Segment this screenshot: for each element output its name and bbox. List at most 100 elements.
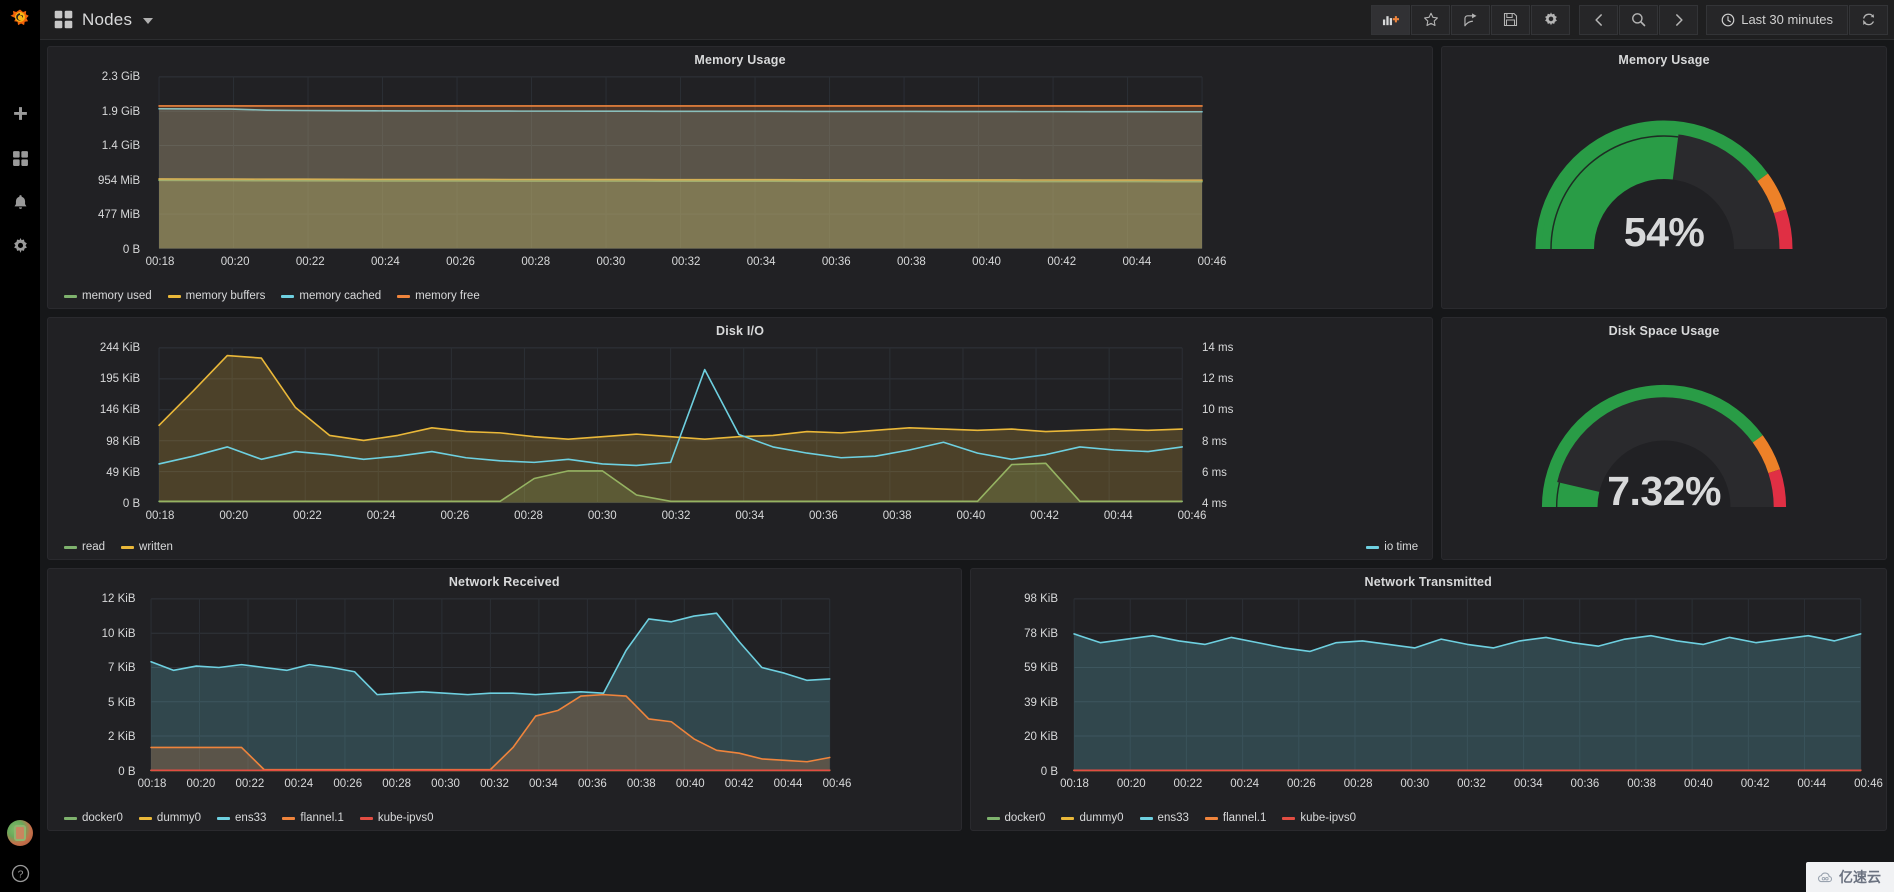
zoom-out-time-button[interactable] bbox=[1619, 4, 1659, 35]
panel-network-transmitted[interactable]: Network Transmitted 98 KiB 78 KiB 59 KiB 39… bbox=[969, 568, 1887, 831]
page-title: Nodes bbox=[82, 9, 133, 29]
avatar[interactable] bbox=[7, 820, 33, 846]
legend-label: memory cached bbox=[299, 290, 382, 302]
panel-title: Network Received bbox=[448, 575, 560, 589]
x-axis-tick-label: 00:32 bbox=[671, 256, 701, 268]
legend-item[interactable]: docker0 bbox=[64, 812, 123, 824]
y-axis-tick-label: 0 B bbox=[122, 244, 141, 256]
save-icon bbox=[1504, 12, 1518, 27]
cloud-icon bbox=[1817, 872, 1833, 882]
x-axis-tick-label: 00:22 bbox=[295, 256, 325, 268]
legend-item[interactable]: memory used bbox=[64, 290, 152, 302]
panel-disk-space-gauge[interactable]: Disk Space Usage 7.32% bbox=[1441, 317, 1887, 560]
legend-item[interactable]: read bbox=[64, 541, 105, 553]
legend-item[interactable]: ens33 bbox=[217, 812, 266, 824]
share-icon bbox=[1464, 12, 1477, 26]
share-dashboard-button[interactable] bbox=[1451, 4, 1491, 35]
save-dashboard-button[interactable] bbox=[1491, 4, 1531, 35]
x-axis-tick-label: 00:20 bbox=[1116, 778, 1146, 790]
refresh-button[interactable] bbox=[1849, 4, 1888, 35]
x-axis-tick-label: 00:34 bbox=[529, 778, 558, 790]
panel-body[interactable]: 244 KiB 195 KiB 146 KiB 98 KiB 49 KiB 0 B 14 m… bbox=[48, 340, 1432, 537]
sidebar-item-configuration[interactable] bbox=[0, 224, 40, 268]
x-axis-tick-label: 00:36 bbox=[809, 510, 838, 522]
legend-item[interactable]: ens33 bbox=[1139, 812, 1189, 824]
legend-item[interactable]: memory free bbox=[397, 290, 480, 302]
legend-item[interactable]: memory cached bbox=[281, 290, 381, 302]
legend-item[interactable]: flannel.1 bbox=[1204, 812, 1266, 824]
add-panel-button[interactable] bbox=[1371, 4, 1411, 35]
legend-label: written bbox=[139, 541, 173, 553]
x-axis-tick-label: 00:40 bbox=[1683, 778, 1713, 790]
legend-swatch bbox=[167, 294, 181, 298]
x-axis-tick-label: 00:28 bbox=[521, 256, 551, 268]
legend-item[interactable]: written bbox=[121, 541, 173, 553]
y-axis-tick-label: 98 KiB bbox=[1024, 593, 1058, 605]
legend-item[interactable]: kube-ipvs0 bbox=[359, 812, 433, 824]
x-axis-tick-label: 00:36 bbox=[577, 778, 607, 790]
x-axis-tick-label: 00:26 bbox=[1286, 778, 1316, 790]
sidebar-bottom: ? bbox=[0, 820, 40, 892]
panel-legend-right: io time bbox=[1350, 537, 1432, 559]
sidebar-item-create[interactable] bbox=[0, 92, 40, 136]
panel-title: Network Transmitted bbox=[1364, 575, 1492, 589]
time-range-picker[interactable]: Last 30 minutes bbox=[1706, 4, 1848, 35]
dashboard-settings-button[interactable] bbox=[1531, 4, 1571, 35]
y2-axis-tick-label: 10 ms bbox=[1202, 404, 1234, 417]
x-axis-tick-label: 00:24 bbox=[1230, 778, 1260, 790]
gauge-value: 7.32% bbox=[1607, 468, 1721, 514]
y-axis-tick-label: 0 B bbox=[122, 498, 141, 510]
legend-item[interactable]: dummy0 bbox=[138, 812, 201, 824]
chevron-left-icon bbox=[1595, 13, 1602, 26]
legend-item[interactable]: kube-ipvs0 bbox=[1282, 812, 1356, 824]
panel-body[interactable]: 7.32% bbox=[1442, 340, 1886, 559]
panel-memory-usage-graph[interactable]: Memory Usage 2.3 GiB 1.9 GiB 1.4 GiB 954 Mi… bbox=[47, 46, 1434, 309]
time-range-forward-button[interactable] bbox=[1659, 4, 1699, 35]
breadcrumb[interactable]: Nodes bbox=[54, 9, 154, 30]
legend-item[interactable]: io time bbox=[1366, 541, 1418, 553]
legend-swatch bbox=[1204, 816, 1218, 820]
x-axis-tick-label: 00:42 bbox=[1740, 778, 1770, 790]
panel-body[interactable]: 2.3 GiB 1.9 GiB 1.4 GiB 954 MiB 477 MiB 0 B 00… bbox=[48, 69, 1432, 286]
legend-label: docker0 bbox=[1004, 812, 1046, 824]
bell-icon bbox=[14, 194, 26, 209]
main-area: Nodes Last 30 minutes Memory Usage 2.3 G… bbox=[40, 0, 1894, 892]
memory-usage-gauge-chart bbox=[1535, 120, 1793, 250]
legend-swatch bbox=[986, 816, 1000, 820]
grafana-logo-icon[interactable] bbox=[0, 0, 40, 40]
time-range-back-button[interactable] bbox=[1579, 4, 1619, 35]
network-transmitted-chart bbox=[971, 591, 1886, 794]
legend-label: memory buffers bbox=[185, 290, 266, 302]
sidebar-item-dashboards[interactable] bbox=[0, 136, 40, 180]
chevron-down-icon[interactable] bbox=[143, 18, 154, 24]
legend-item[interactable]: flannel.1 bbox=[282, 812, 344, 824]
x-axis-tick-label: 00:44 bbox=[1122, 256, 1152, 268]
sidebar-item-alerting[interactable] bbox=[0, 180, 40, 224]
y2-axis-tick-label: 8 ms bbox=[1202, 435, 1227, 448]
legend-swatch bbox=[282, 816, 296, 820]
panel-memory-usage-gauge[interactable]: Memory Usage 54% bbox=[1441, 46, 1887, 309]
legend-item[interactable]: dummy0 bbox=[1061, 812, 1124, 824]
x-axis-tick-label: 00:20 bbox=[220, 256, 250, 268]
x-axis-tick-label: 00:38 bbox=[897, 256, 926, 268]
legend-item[interactable]: memory buffers bbox=[167, 290, 266, 302]
panel-body[interactable]: 12 KiB 10 KiB 7 KiB 5 KiB 2 KiB 0 B 00:18 00:20… bbox=[48, 591, 961, 808]
y-axis-tick-label: 0 B bbox=[118, 766, 136, 778]
sidebar-item-help[interactable]: ? bbox=[0, 860, 40, 886]
legend-swatch bbox=[138, 816, 152, 820]
x-axis-tick-label: 00:22 bbox=[235, 778, 265, 790]
x-axis-tick-label: 00:36 bbox=[1570, 778, 1600, 790]
x-axis-tick-label: 00:46 bbox=[1177, 510, 1207, 522]
panel-legend: docker0 dummy0 ens33 flannel.1 kube-ipvs0 bbox=[971, 808, 1886, 830]
x-axis-tick-label: 00:36 bbox=[821, 256, 851, 268]
x-axis-tick-label: 00:32 bbox=[1457, 778, 1486, 790]
panel-disk-io[interactable]: Disk I/O 244 KiB 195 KiB 146 KiB 98 KiB 49 K… bbox=[47, 317, 1434, 560]
panel-network-received[interactable]: Network Received 12 KiB 10 KiB 7 KiB 5 KiB 2… bbox=[47, 568, 962, 831]
panel-body[interactable]: 54% bbox=[1442, 69, 1886, 308]
panel-body[interactable]: 98 KiB 78 KiB 59 KiB 39 KiB 20 KiB 0 B 00:18 00… bbox=[971, 591, 1886, 808]
x-axis-tick-label: 00:18 bbox=[145, 510, 175, 522]
y2-axis-tick-label: 12 ms bbox=[1202, 373, 1234, 386]
legend-item[interactable]: docker0 bbox=[986, 812, 1046, 824]
y2-axis-tick-label: 4 ms bbox=[1202, 498, 1227, 510]
mark-favorite-button[interactable] bbox=[1411, 4, 1451, 35]
